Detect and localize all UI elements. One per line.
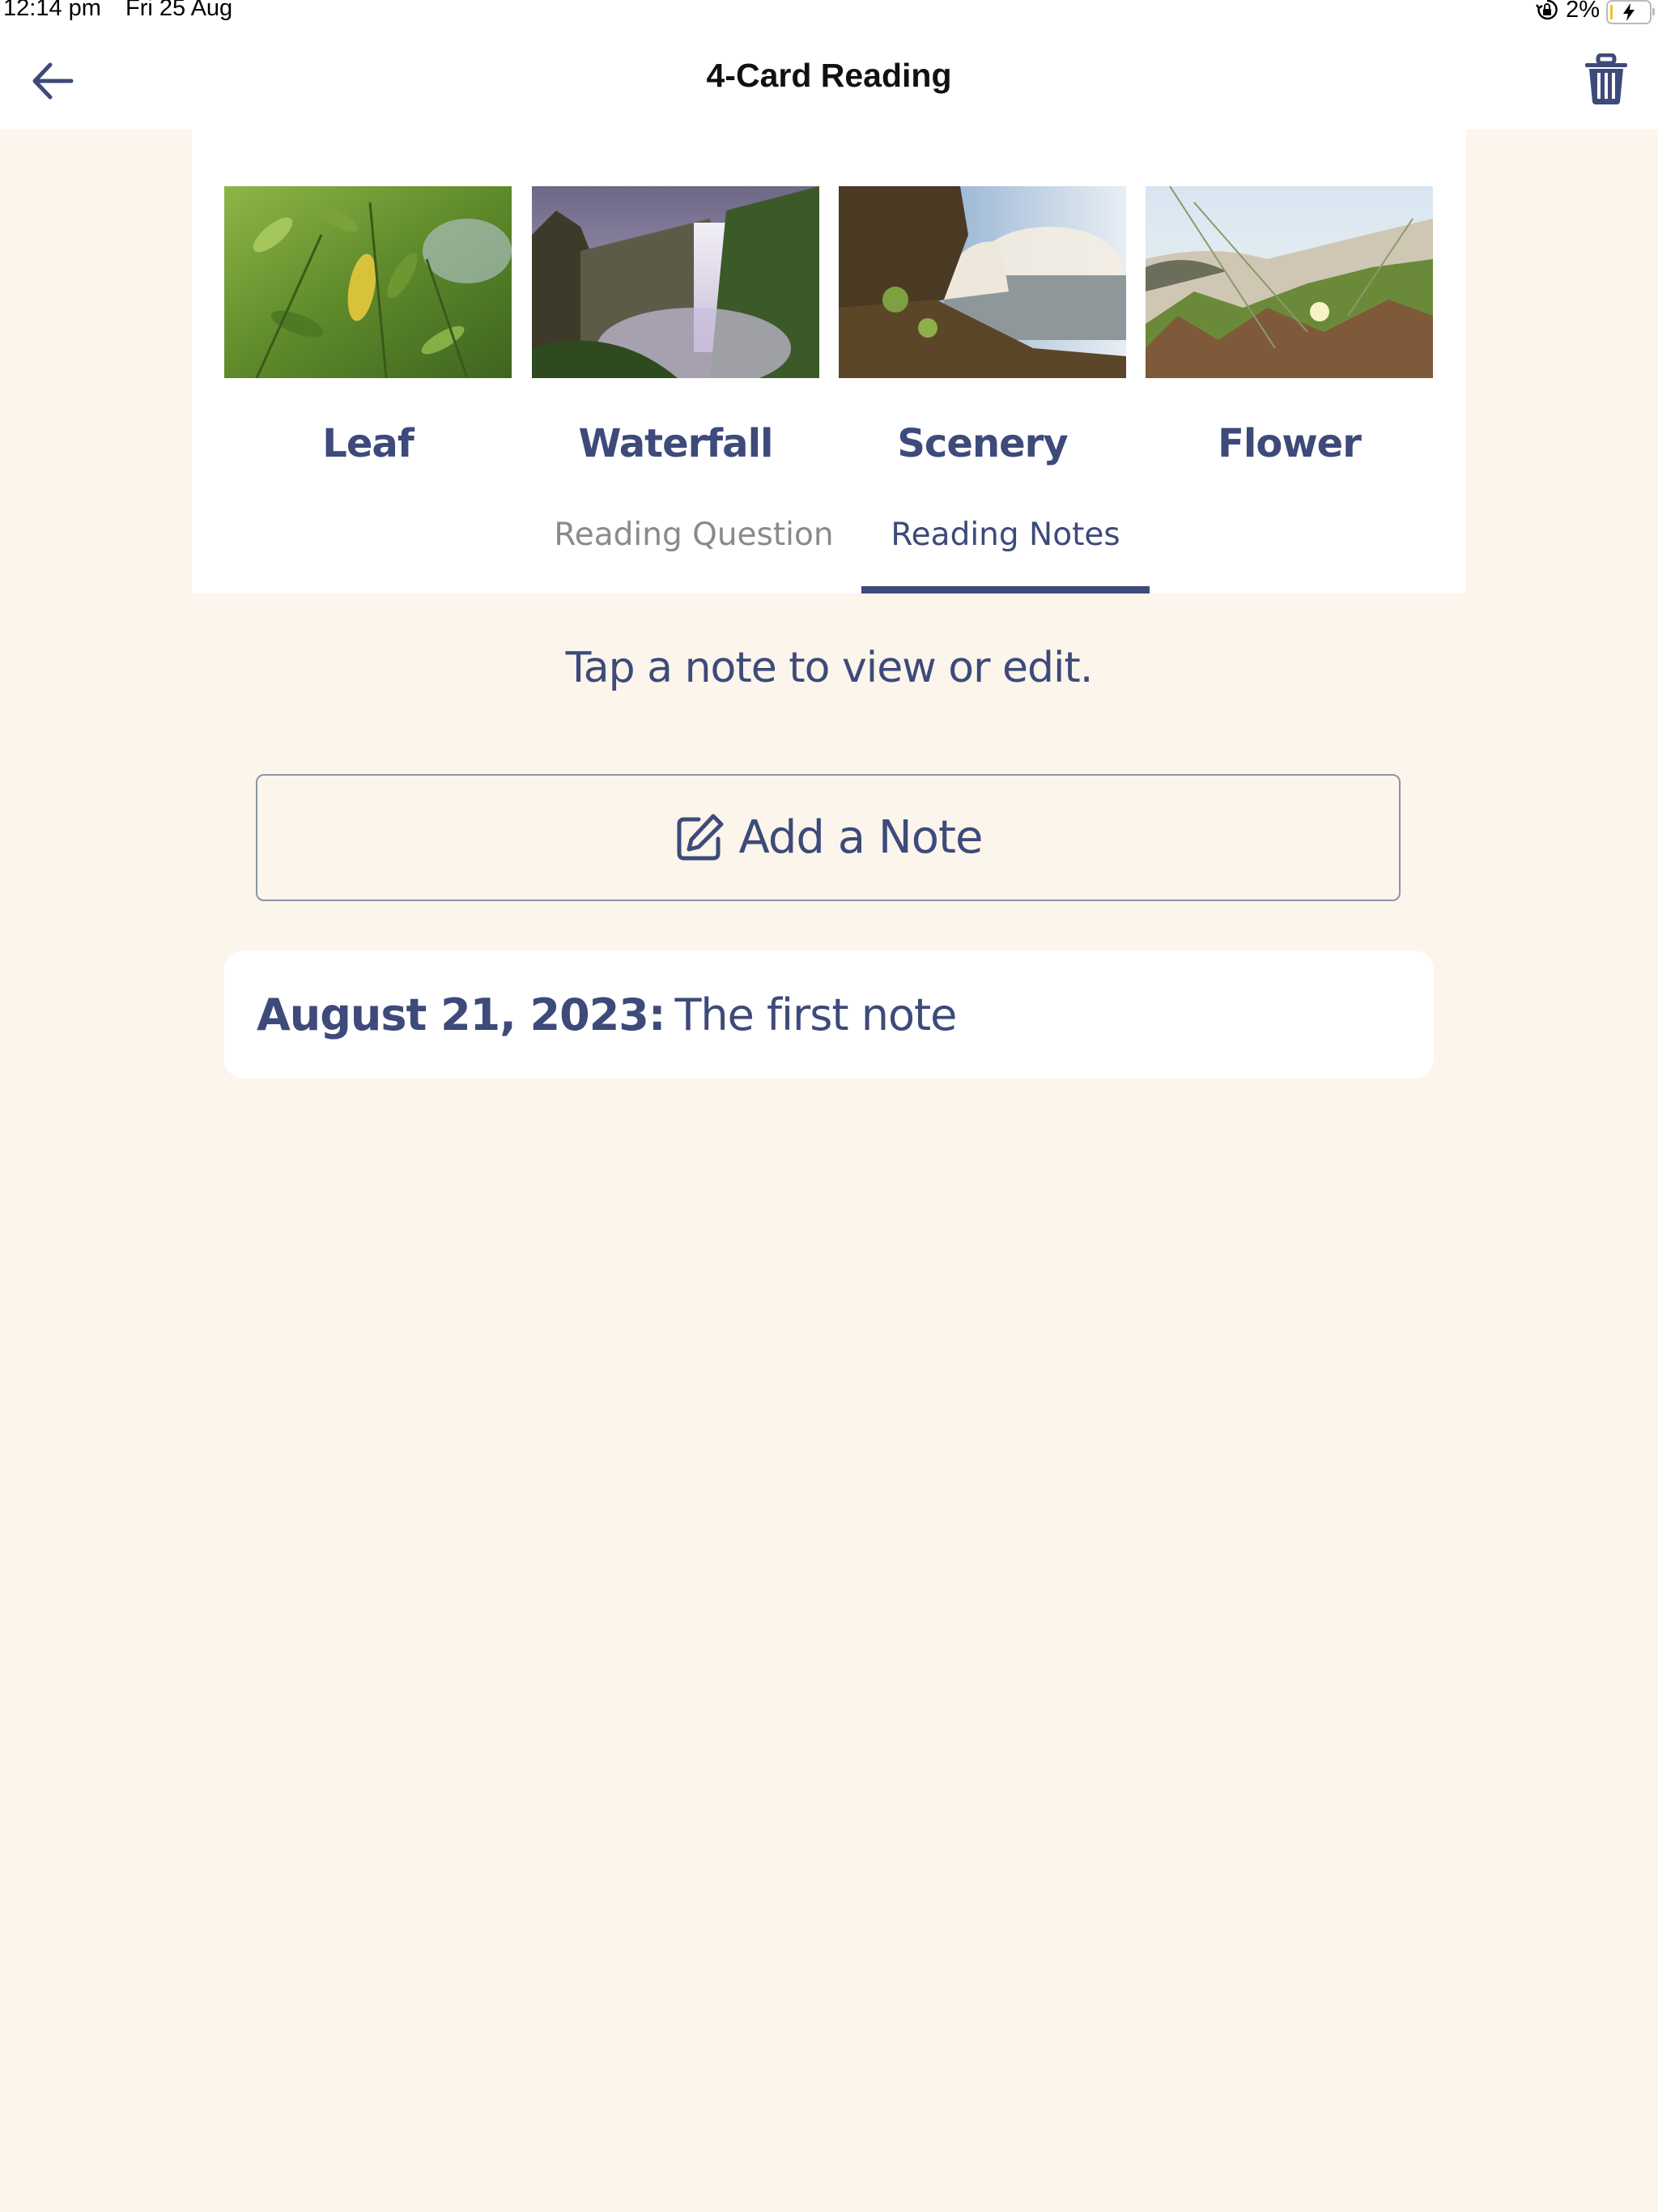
lightning-icon	[1623, 3, 1635, 21]
nav-bar: 4-Card Reading	[0, 32, 1658, 130]
card-label: Leaf	[322, 421, 414, 466]
card-scenery[interactable]: Scenery	[839, 186, 1126, 466]
page-title: 4-Card Reading	[706, 57, 952, 94]
card-waterfall[interactable]: Waterfall	[532, 186, 819, 466]
scenery-photo	[839, 186, 1126, 378]
delete-button[interactable]	[1584, 53, 1635, 110]
status-left: 12:14 pm Fri 25 Aug	[3, 0, 250, 22]
card-flower[interactable]: Flower	[1146, 186, 1433, 466]
battery-charging-icon	[1606, 0, 1655, 24]
note-text: The first note	[674, 989, 957, 1040]
orientation-lock-icon	[1536, 0, 1558, 20]
leaf-photo	[224, 186, 512, 378]
card-label: Flower	[1218, 421, 1362, 466]
status-time: 12:14 pm	[3, 0, 101, 21]
active-tab-indicator	[861, 586, 1150, 593]
card-label: Scenery	[897, 421, 1068, 466]
trash-icon	[1585, 53, 1627, 104]
cards-panel: Leaf Waterfall Scenery Flower Reading Qu…	[192, 130, 1466, 593]
flower-photo	[1146, 186, 1433, 378]
tab-reading-question[interactable]: Reading Question	[532, 517, 856, 553]
waterfall-photo	[532, 186, 819, 378]
card-label: Waterfall	[578, 421, 774, 466]
status-bar: 12:14 pm Fri 25 Aug 2%	[0, 0, 1658, 32]
note-list-item[interactable]: August 21, 2023: The first note	[224, 951, 1434, 1078]
status-right: 2%	[1535, 0, 1655, 24]
notes-instruction: Tap a note to view or edit.	[565, 644, 1094, 692]
edit-note-icon	[677, 814, 724, 860]
battery-level	[1610, 5, 1613, 19]
card-leaf[interactable]: Leaf	[224, 186, 512, 466]
add-note-button[interactable]: Add a Note	[256, 774, 1401, 901]
add-note-label: Add a Note	[738, 811, 984, 864]
battery-percent: 2%	[1566, 0, 1600, 23]
tab-reading-notes[interactable]: Reading Notes	[861, 517, 1150, 553]
status-date: Fri 25 Aug	[125, 0, 233, 21]
note-date: August 21, 2023:	[257, 989, 665, 1040]
